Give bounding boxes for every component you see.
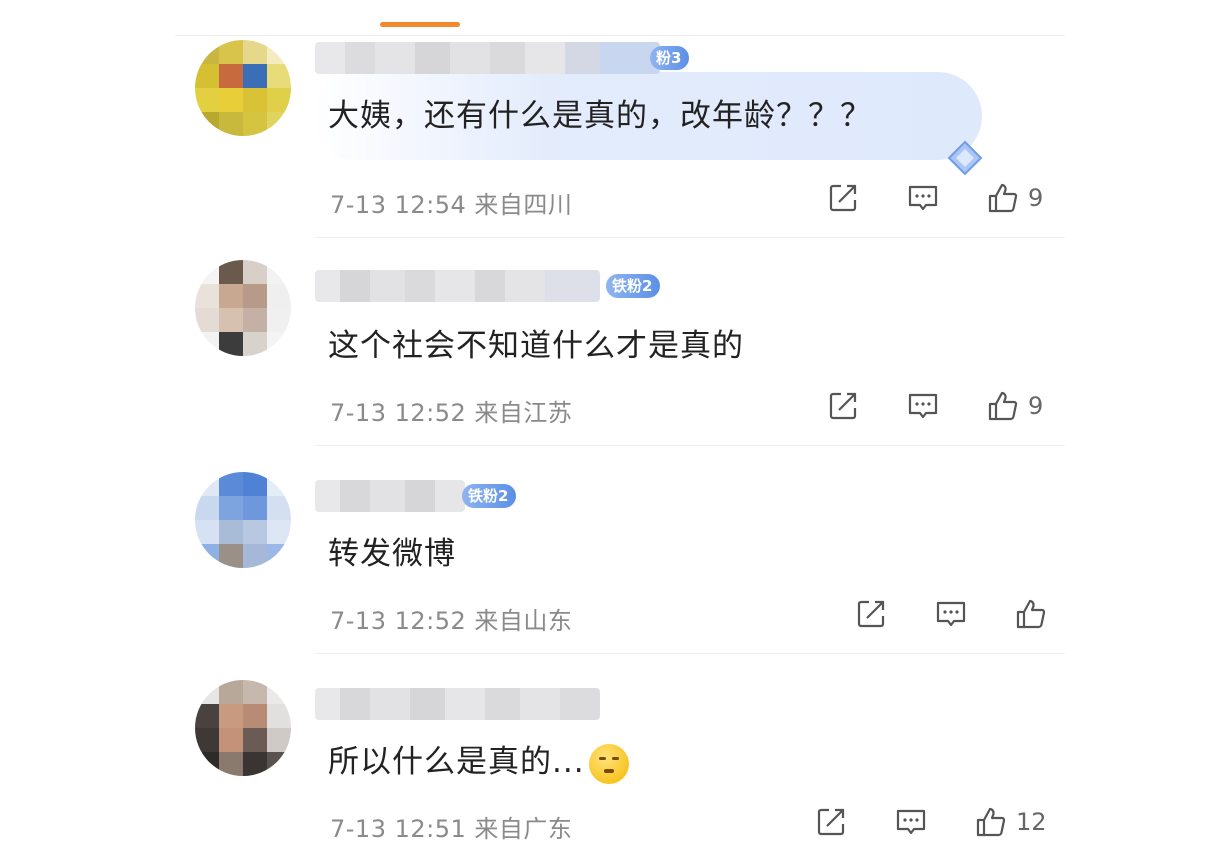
comment-location: 来自四川 <box>474 191 573 219</box>
fan-badge: 铁粉2 <box>606 274 661 298</box>
comment-item: 铁粉2 这个社会不知道什么才是真的 7-13 12:52 来自江苏 9 <box>0 238 1216 446</box>
like-icon[interactable] <box>986 181 1020 215</box>
username-blurred[interactable] <box>315 480 465 512</box>
comment-time: 7-13 12:51 <box>330 815 467 843</box>
comment-meta: 7-13 12:52 来自山东 <box>330 601 572 636</box>
like-count: 9 <box>1028 392 1044 420</box>
comment-meta: 7-13 12:51 来自广东 <box>330 809 572 844</box>
diamond-icon <box>947 140 983 176</box>
comment-meta: 7-13 12:54 来自四川 <box>330 185 572 220</box>
comment-meta: 7-13 12:52 来自江苏 <box>330 393 572 428</box>
comment-location: 来自广东 <box>474 815 573 843</box>
comment-text: 大姨，还有什么是真的，改年龄？？？ <box>328 98 872 134</box>
comment-location: 来自江苏 <box>474 399 573 427</box>
username-blurred[interactable] <box>315 42 660 74</box>
like-count: 9 <box>1028 184 1044 212</box>
repost-icon[interactable] <box>814 805 848 839</box>
tab-indicator <box>380 22 460 27</box>
username-blurred[interactable] <box>315 688 600 720</box>
thinking-emoji-icon <box>588 743 629 784</box>
repost-icon[interactable] <box>826 181 860 215</box>
comment-icon[interactable] <box>934 597 968 631</box>
like-count: 12 <box>1016 808 1047 836</box>
comment-feed: 粉3 大姨，还有什么是真的，改年龄？？？ 7-13 12:54 来自四川 9 铁… <box>0 0 1216 854</box>
like-icon[interactable] <box>1014 597 1048 631</box>
comment-text: 这个社会不知道什么才是真的 <box>328 328 744 364</box>
comment-text-content: 所以什么是真的... <box>328 744 585 780</box>
comment-actions: 9 <box>826 389 1043 423</box>
comment-actions: 12 <box>814 805 1047 839</box>
comment-icon[interactable] <box>906 181 940 215</box>
comment-text: 转发微博 <box>328 536 456 572</box>
comment-icon[interactable] <box>906 389 940 423</box>
username-blurred[interactable] <box>315 270 600 302</box>
fan-badge: 粉3 <box>650 46 690 70</box>
comment-location: 来自山东 <box>474 607 573 635</box>
avatar[interactable] <box>195 260 291 356</box>
fan-badge: 铁粉2 <box>462 484 517 508</box>
comment-item: 铁粉2 转发微博 7-13 12:52 来自山东 <box>0 446 1216 654</box>
comment-actions <box>854 597 1056 631</box>
comment-icon[interactable] <box>894 805 928 839</box>
comment-actions: 9 <box>826 181 1043 215</box>
comment-text: 所以什么是真的... <box>328 736 629 784</box>
comment-time: 7-13 12:54 <box>330 191 467 219</box>
repost-icon[interactable] <box>854 597 888 631</box>
comment-time: 7-13 12:52 <box>330 607 467 635</box>
avatar[interactable] <box>195 680 291 776</box>
like-icon[interactable] <box>974 805 1008 839</box>
comment-time: 7-13 12:52 <box>330 399 467 427</box>
avatar[interactable] <box>195 40 291 136</box>
comment-item: 粉3 大姨，还有什么是真的，改年龄？？？ 7-13 12:54 来自四川 9 <box>0 30 1216 238</box>
repost-icon[interactable] <box>826 389 860 423</box>
comment-item: 所以什么是真的... 7-13 12:51 来自广东 12 <box>0 654 1216 854</box>
avatar[interactable] <box>195 472 291 568</box>
like-icon[interactable] <box>986 389 1020 423</box>
